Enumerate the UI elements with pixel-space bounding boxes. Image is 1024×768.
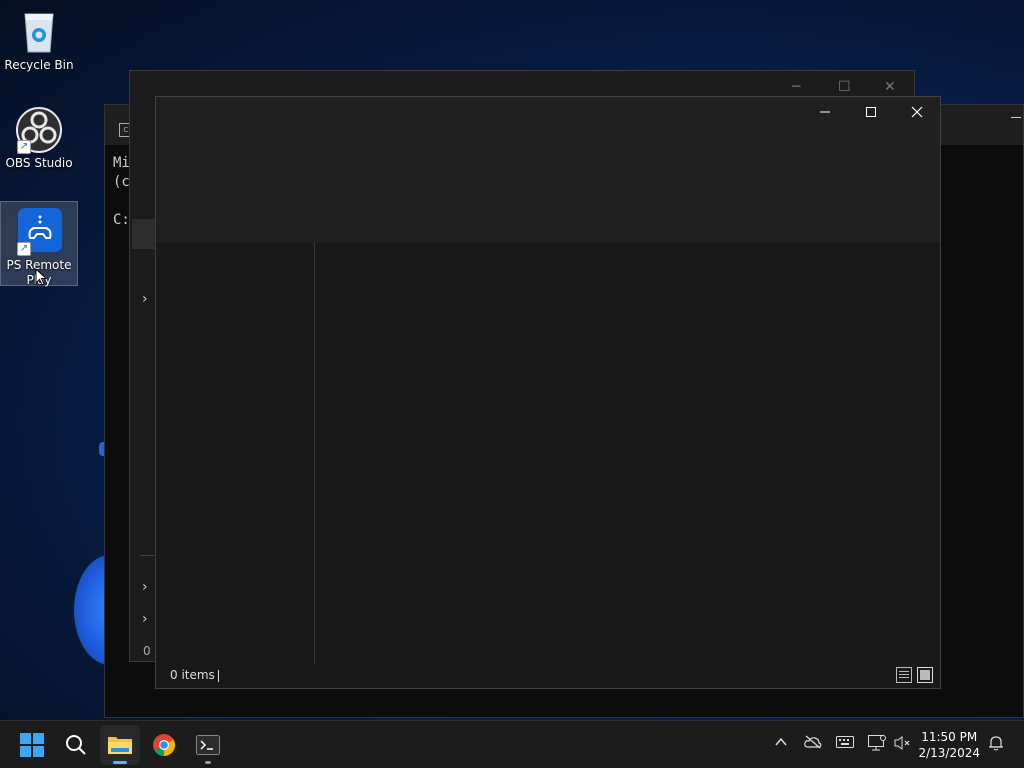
ps-remote-play-icon: ↗ [15,208,63,256]
maximize-button[interactable]: ☐ [838,79,851,95]
desktop-icon-obs-studio[interactable]: ↗ OBS Studio [0,100,78,178]
recycle-bin-label: Recycle Bin [4,58,74,72]
shortcut-arrow-icon: ↗ [17,140,31,154]
keyboard-icon[interactable] [836,735,854,753]
terminal-icon [196,735,220,755]
taskbar: 11:50 PM 2/13/2024 [0,720,1024,768]
chevron-right-icon[interactable]: › [142,611,148,627]
clock-date: 2/13/2024 [918,746,980,760]
terminal-line: Mi [113,155,130,171]
navigation-pane[interactable] [156,242,314,664]
start-button[interactable] [12,725,52,765]
notification-bell-icon[interactable] [988,735,1004,755]
details-view-icon[interactable] [896,667,912,683]
volume-muted-icon[interactable] [894,735,912,755]
chevron-right-icon[interactable]: › [142,291,148,307]
terminal-line: (c [113,174,130,190]
clock-time: 11:50 PM [921,730,978,744]
close-button[interactable] [894,97,940,127]
minimize-button[interactable] [802,97,848,127]
taskbar-chrome[interactable] [144,725,184,765]
close-icon [911,106,923,118]
obs-studio-label: OBS Studio [5,156,73,170]
chevron-up-icon[interactable] [774,735,788,753]
nav-divider [140,555,154,556]
minimize-button[interactable]: ─ [792,79,800,95]
maximize-icon [866,107,876,117]
nav-highlight [132,219,156,249]
close-button[interactable]: ✕ [884,79,896,95]
file-explorer-window[interactable]: 0 items [155,96,941,689]
onedrive-offline-icon[interactable] [804,735,822,753]
desktop-icon-recycle-bin[interactable]: Recycle Bin [0,2,78,80]
item-count: 0 items [170,668,215,682]
recycle-bin-icon [15,8,63,56]
folder-icon [108,737,132,754]
chrome-icon [153,734,175,756]
terminal-line: C: [113,212,130,228]
file-list-area[interactable] [315,242,940,664]
windows-logo-icon [20,733,44,757]
terminal-minimize-icon[interactable] [1011,117,1021,118]
status-separator [218,670,219,682]
search-icon [66,735,86,755]
obs-studio-icon: ↗ [15,106,63,154]
active-indicator [113,761,127,764]
shortcut-arrow-icon: ↗ [17,242,31,256]
maximize-button[interactable] [848,97,894,127]
minimize-icon [820,111,830,113]
search-button[interactable] [56,725,96,765]
status-bar: 0 items [156,664,940,688]
mouse-cursor-icon [35,268,47,286]
taskbar-terminal[interactable] [188,725,228,765]
running-indicator [205,761,211,764]
network-icon[interactable] [868,735,886,755]
taskbar-file-explorer[interactable] [100,725,140,765]
system-clock[interactable]: 11:50 PM 2/13/2024 [918,729,980,761]
large-icons-view-icon[interactable] [917,667,933,683]
chevron-right-icon[interactable]: › [142,579,148,595]
